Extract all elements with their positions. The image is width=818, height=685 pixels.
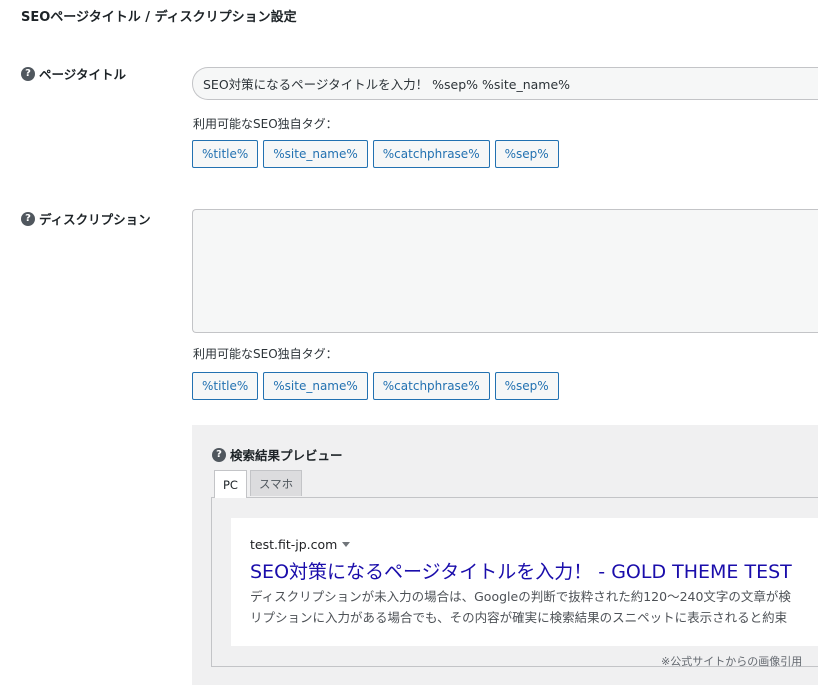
tag-button-catchphrase[interactable]: %catchphrase%: [372, 140, 490, 168]
title-label-text: ページタイトル: [39, 67, 127, 82]
help-icon[interactable]: ?: [212, 447, 226, 462]
title-tag-list: %title% %site_name% %catchphrase% %sep%: [192, 140, 559, 168]
description-label-text: ディスクリプション: [39, 212, 151, 227]
tag-button-site-name[interactable]: %site_name%: [263, 372, 368, 400]
help-icon[interactable]: ?: [21, 211, 35, 226]
image-source-footnote: ※公式サイトからの画像引用: [661, 655, 803, 668]
serp-url-text: test.fit-jp.com: [250, 537, 338, 552]
description-textarea[interactable]: [192, 209, 818, 333]
tag-button-site-name[interactable]: %site_name%: [263, 140, 368, 168]
title-tags-label: 利用可能なSEO独自タグ：: [193, 117, 338, 131]
serp-title-link[interactable]: SEO対策になるページタイトルを入力！ - GOLD THEME TEST: [250, 557, 792, 584]
page-heading: SEOページタイトル / ディスクリプション設定: [21, 10, 297, 25]
serp-description-line: ディスクリプションが未入力の場合は、Googleの判断で抜粋された約120〜24…: [250, 589, 791, 604]
caret-down-icon: [342, 542, 351, 547]
serp-description-line: リプションに入力がある場合でも、その内容が確実に検索結果のスニペットに表示される…: [250, 610, 788, 625]
tag-button-title[interactable]: %title%: [192, 372, 259, 400]
help-icon[interactable]: ?: [21, 66, 35, 81]
description-tag-list: %title% %site_name% %catchphrase% %sep%: [192, 372, 559, 400]
serp-url: test.fit-jp.com: [250, 537, 351, 552]
serp-description: ディスクリプションが未入力の場合は、Googleの判断で抜粋された約120〜24…: [250, 586, 818, 628]
tag-button-title[interactable]: %title%: [192, 140, 259, 168]
description-tags-label: 利用可能なSEO独自タグ：: [193, 347, 338, 361]
page-title-input[interactable]: [192, 67, 818, 100]
tag-button-sep[interactable]: %sep%: [494, 140, 559, 168]
search-preview-heading: ? 検索結果プレビュー: [212, 445, 343, 464]
tag-button-catchphrase[interactable]: %catchphrase%: [372, 372, 490, 400]
tag-button-sep[interactable]: %sep%: [494, 372, 559, 400]
tab-pc[interactable]: PC: [214, 470, 247, 498]
tab-smartphone[interactable]: スマホ: [250, 470, 303, 496]
title-row-label: ? ページタイトル: [21, 64, 126, 83]
description-row-label: ? ディスクリプション: [21, 209, 151, 228]
search-preview-title: 検索結果プレビュー: [230, 448, 343, 463]
